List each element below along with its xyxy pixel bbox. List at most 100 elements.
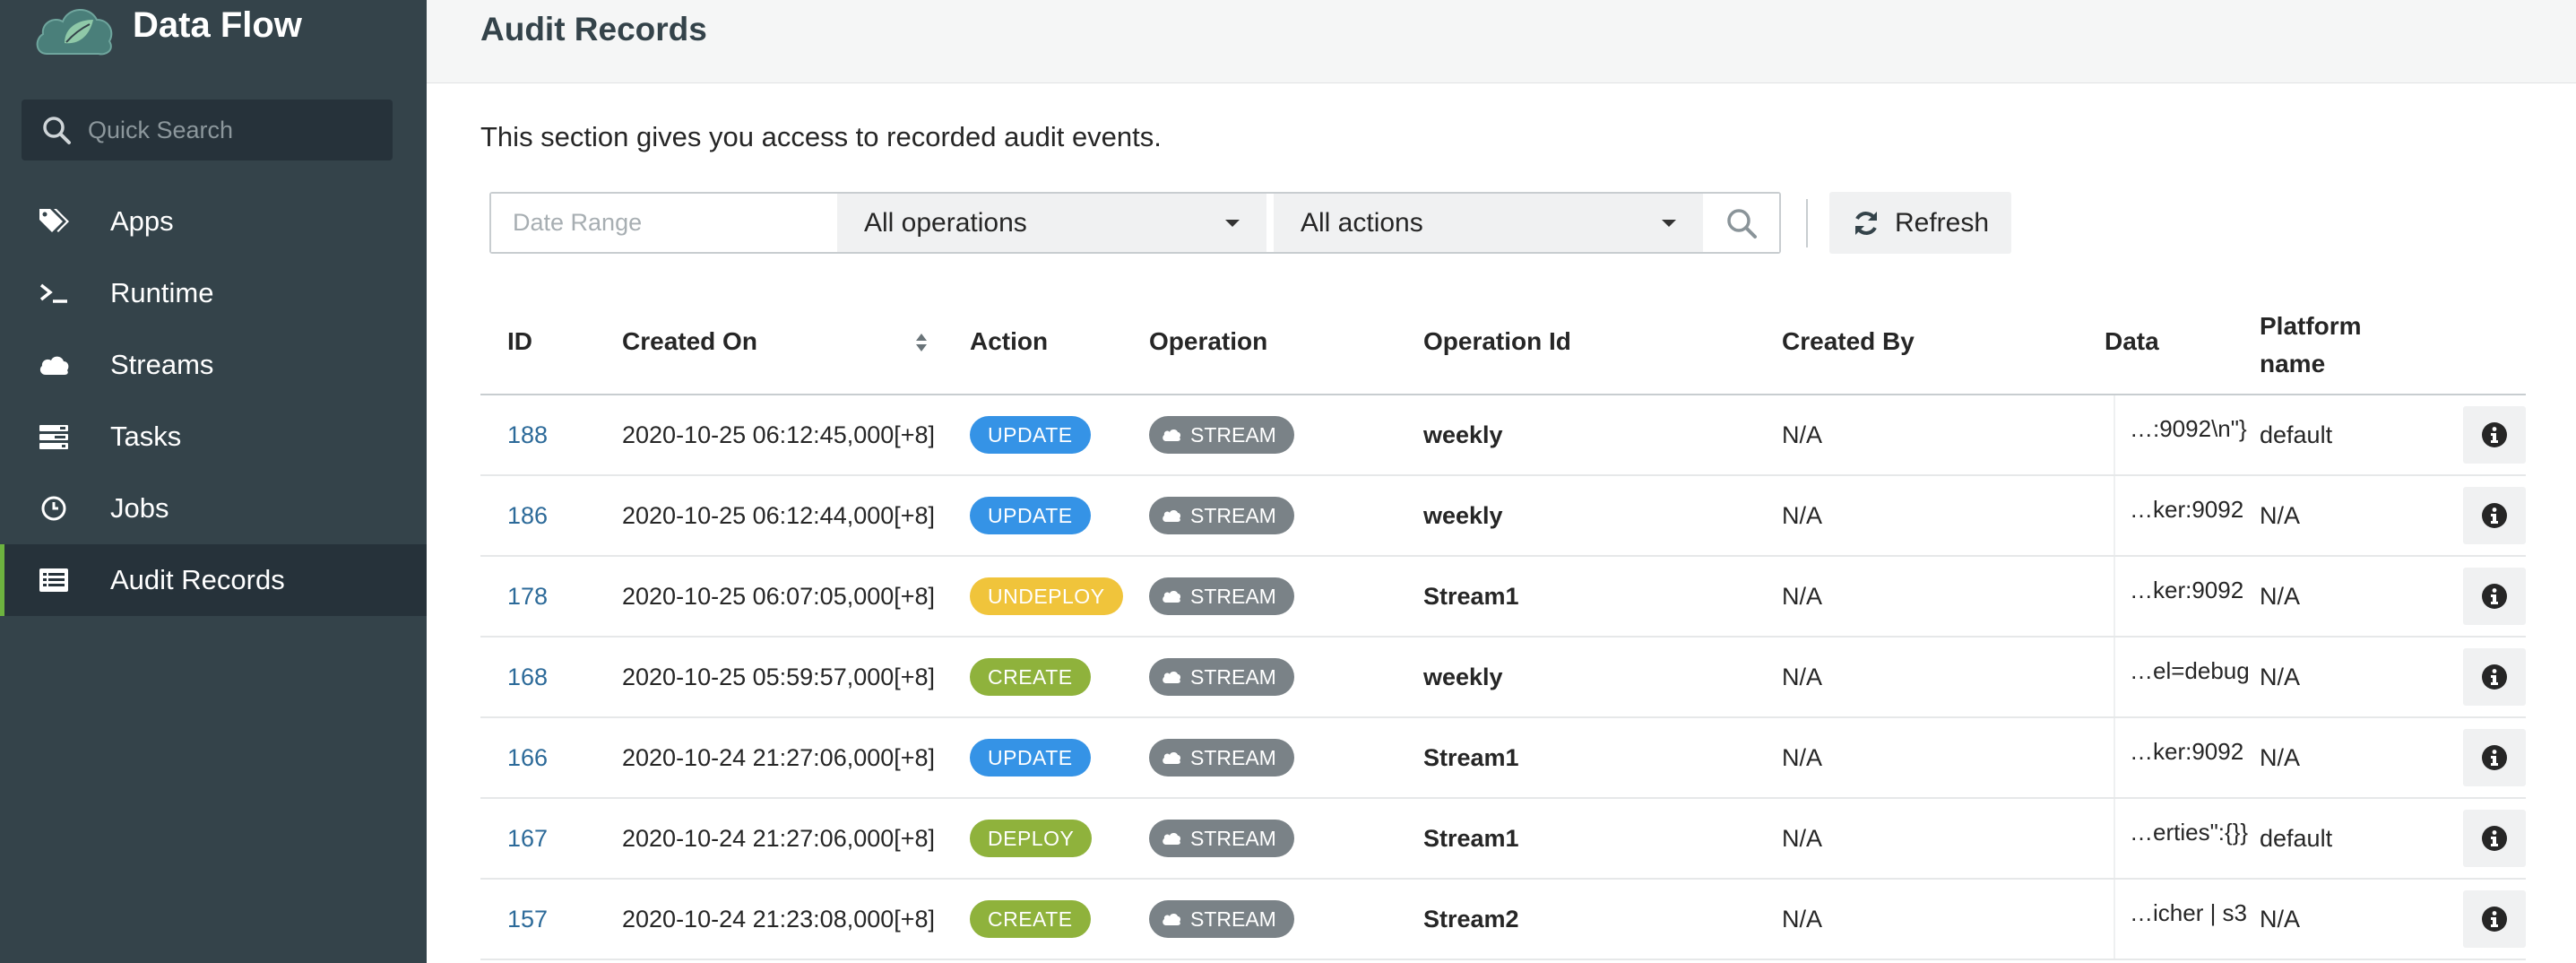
record-id-link[interactable]: 157 — [507, 906, 548, 933]
cloud-icon — [1163, 591, 1181, 603]
column-header-created-by[interactable]: Created By — [1782, 327, 1915, 356]
filter-search-button[interactable] — [1703, 194, 1779, 252]
action-badge: UNDEPLOY — [970, 577, 1123, 615]
cloud-icon — [1163, 672, 1181, 683]
column-header-id[interactable]: ID — [507, 327, 532, 356]
record-id-link[interactable]: 186 — [507, 502, 548, 530]
operation-badge: STREAM — [1149, 820, 1294, 857]
row-details-button[interactable] — [2463, 810, 2526, 867]
created-by-cell: N/A — [1782, 638, 1822, 716]
tags-icon — [36, 204, 72, 239]
table-row: 166 2020-10-24 21:27:06,000[+8] UPDATE STRE… — [480, 718, 2526, 799]
data-value: …erties":{}} — [2130, 819, 2249, 846]
created-by-cell: N/A — [1782, 395, 1822, 474]
row-details-button[interactable] — [2463, 648, 2526, 706]
platform-value: N/A — [2260, 905, 2301, 933]
sidebar-item-apps[interactable]: Apps — [0, 186, 427, 257]
date-range-input[interactable] — [491, 194, 837, 252]
platform-value: N/A — [2260, 743, 2301, 771]
created-by-value: N/A — [1782, 421, 1823, 448]
operation-id-cell: Stream1 — [1423, 799, 1519, 878]
column-header-operation-id[interactable]: Operation Id — [1423, 327, 1571, 356]
info-circle-icon — [2482, 907, 2507, 932]
row-details-button[interactable] — [2463, 406, 2526, 464]
tasks-list-icon — [36, 419, 72, 455]
record-id-link[interactable]: 188 — [507, 421, 548, 449]
quick-search[interactable] — [22, 100, 393, 160]
column-header-created-on[interactable]: Created On — [622, 327, 757, 356]
operation-id-cell: Stream1 — [1423, 718, 1519, 797]
sidebar-item-jobs[interactable]: Jobs — [0, 473, 427, 544]
data-cell: …ker:9092 — [2114, 557, 2257, 636]
column-header-data: Data — [2105, 327, 2159, 355]
operation-badge: STREAM — [1149, 739, 1294, 776]
created-on-cell: 2020-10-25 06:07:05,000[+8] — [622, 557, 935, 636]
sort-icon[interactable] — [914, 330, 929, 355]
data-cell: …ker:9092 — [2114, 476, 2257, 555]
table-row: 157 2020-10-24 21:23:08,000[+8] CREATE STRE… — [480, 880, 2526, 960]
sidebar-item-audit-records[interactable]: Audit Records — [0, 544, 427, 616]
data-cell: …:9092\n"} — [2114, 395, 2257, 474]
action-badge: CREATE — [970, 900, 1091, 938]
platform-value: default — [2260, 824, 2333, 852]
data-value: …ker:9092 — [2130, 577, 2244, 603]
operation-badge-label: STREAM — [1190, 907, 1276, 931]
operation-badge-label: STREAM — [1190, 422, 1276, 447]
operation-badge-label: STREAM — [1190, 826, 1276, 850]
operation-badge-label: STREAM — [1190, 503, 1276, 527]
sidebar-item-runtime[interactable]: Runtime — [0, 257, 427, 329]
sidebar-item-tasks[interactable]: Tasks — [0, 401, 427, 473]
operation-badge-label: STREAM — [1190, 584, 1276, 608]
row-details-button[interactable] — [2463, 890, 2526, 948]
record-id-link[interactable]: 167 — [507, 825, 548, 853]
app-title: Data Flow — [133, 5, 302, 45]
created-on-value: 2020-10-24 21:27:06,000[+8] — [622, 824, 936, 852]
record-id-link[interactable]: 166 — [507, 744, 548, 772]
clock-icon — [36, 490, 72, 526]
row-details-button[interactable] — [2463, 487, 2526, 544]
created-by-value: N/A — [1782, 743, 1823, 771]
platform-value: N/A — [2260, 663, 2301, 690]
sidebar-item-label: Streams — [110, 349, 214, 380]
created-by-cell: N/A — [1782, 557, 1822, 636]
column-header-action[interactable]: Action — [970, 327, 1048, 356]
action-badge: UPDATE — [970, 497, 1091, 534]
platform-value: N/A — [2260, 582, 2301, 610]
refresh-button[interactable]: Refresh — [1829, 192, 2011, 254]
record-id-link[interactable]: 168 — [507, 664, 548, 691]
operation-cell: STREAM — [1149, 476, 1294, 555]
quick-search-input[interactable] — [88, 116, 384, 144]
search-icon — [1726, 208, 1757, 239]
operation-id-value: Stream2 — [1423, 905, 1519, 933]
main-content: Audit Records This section gives you acc… — [427, 0, 2576, 963]
column-header-operation[interactable]: Operation — [1149, 327, 1267, 356]
page-header: Audit Records — [427, 0, 2576, 83]
operations-select[interactable]: All operations — [837, 194, 1266, 252]
caret-down-icon — [1662, 219, 1676, 227]
platform-header-line: Platform — [2260, 312, 2362, 340]
action-badge: DEPLOY — [970, 820, 1093, 857]
operation-badge: STREAM — [1149, 577, 1294, 615]
data-value: …ker:9092 — [2130, 738, 2244, 765]
operation-id-cell: Stream1 — [1423, 557, 1519, 636]
brand[interactable]: Data Flow — [34, 0, 302, 57]
created-by-value: N/A — [1782, 905, 1823, 933]
data-value: …icher | s3 — [2130, 899, 2248, 926]
platform-value: N/A — [2260, 501, 2301, 529]
created-on-value: 2020-10-24 21:27:06,000[+8] — [622, 743, 936, 771]
platform-cell: N/A — [2260, 557, 2300, 636]
record-id-link[interactable]: 178 — [507, 583, 548, 611]
column-header-platform-name[interactable]: Platform name — [2260, 308, 2362, 383]
action-cell: CREATE — [970, 638, 1091, 716]
operation-id-value: Stream1 — [1423, 824, 1519, 852]
refresh-icon — [1854, 211, 1877, 235]
data-value: …:9092\n"} — [2130, 415, 2247, 442]
id-cell: 157 — [507, 880, 548, 959]
cloud-icon — [1163, 429, 1181, 441]
actions-select[interactable]: All actions — [1274, 194, 1703, 252]
sidebar-item-streams[interactable]: Streams — [0, 329, 427, 401]
row-details-button[interactable] — [2463, 568, 2526, 625]
spring-cloud-logo-icon — [36, 9, 113, 56]
row-details-button[interactable] — [2463, 729, 2526, 786]
operation-cell: STREAM — [1149, 880, 1294, 959]
